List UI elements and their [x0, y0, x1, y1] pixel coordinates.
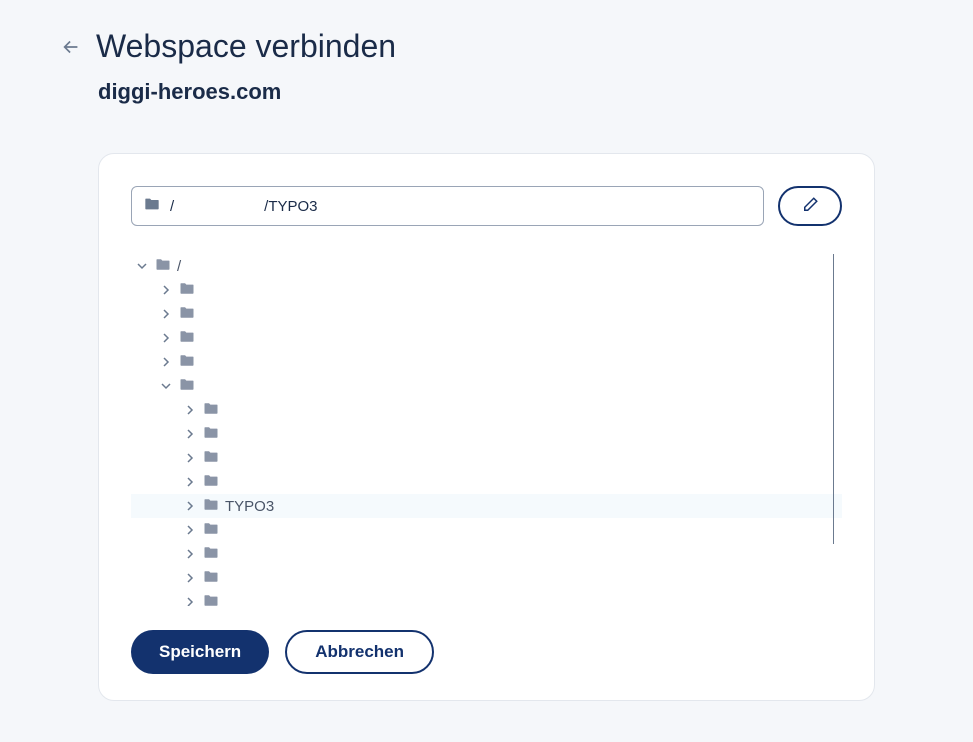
- chevron-right-icon[interactable]: [159, 307, 173, 321]
- folder-icon: [203, 498, 219, 515]
- chevron-down-icon[interactable]: [135, 259, 149, 273]
- pencil-icon: [801, 196, 819, 217]
- folder-icon: [179, 378, 195, 395]
- chevron-right-icon[interactable]: [183, 451, 197, 465]
- chevron-right-icon[interactable]: [183, 499, 197, 513]
- chevron-right-icon[interactable]: [183, 571, 197, 585]
- folder-tree: / TYPO3: [131, 254, 842, 606]
- chevron-right-icon[interactable]: [183, 427, 197, 441]
- chevron-right-icon[interactable]: [183, 523, 197, 537]
- tree-item-label: TYPO3: [225, 498, 274, 515]
- tree-item[interactable]: [131, 374, 842, 398]
- folder-icon: [203, 426, 219, 443]
- path-segment: /TYPO3: [264, 198, 317, 215]
- tree-item[interactable]: [131, 326, 842, 350]
- tree-item[interactable]: [131, 518, 842, 542]
- save-button[interactable]: Speichern: [131, 630, 269, 674]
- folder-icon: [203, 474, 219, 491]
- folder-icon: [203, 594, 219, 607]
- path-prefix: /: [170, 198, 174, 215]
- tree-item[interactable]: [131, 350, 842, 374]
- folder-icon: [203, 450, 219, 467]
- page-title: Webspace verbinden: [96, 28, 396, 65]
- folder-icon: [179, 354, 195, 371]
- chevron-right-icon[interactable]: [183, 475, 197, 489]
- chevron-right-icon[interactable]: [183, 403, 197, 417]
- tree-item[interactable]: [131, 278, 842, 302]
- folder-icon: [203, 546, 219, 563]
- tree-item[interactable]: [131, 590, 842, 606]
- folder-icon: [179, 282, 195, 299]
- back-arrow-icon[interactable]: [60, 36, 82, 58]
- tree-item[interactable]: TYPO3: [131, 494, 842, 518]
- tree-item[interactable]: [131, 566, 842, 590]
- chevron-right-icon[interactable]: [183, 547, 197, 561]
- folder-icon: [203, 402, 219, 419]
- folder-icon: [155, 258, 171, 275]
- folder-icon: [144, 197, 160, 216]
- tree-item[interactable]: [131, 542, 842, 566]
- edit-path-button[interactable]: [778, 186, 842, 226]
- tree-item[interactable]: [131, 446, 842, 470]
- tree-item[interactable]: [131, 422, 842, 446]
- scrollbar[interactable]: [833, 254, 834, 544]
- page-subtitle: diggi-heroes.com: [98, 79, 913, 105]
- folder-icon: [179, 306, 195, 323]
- webspace-card: / /TYPO3 / TYPO3 Speichern Abbrechen: [98, 153, 875, 701]
- tree-item-label: /: [177, 258, 181, 275]
- tree-item[interactable]: /: [131, 254, 842, 278]
- tree-item[interactable]: [131, 470, 842, 494]
- cancel-button[interactable]: Abbrechen: [285, 630, 434, 674]
- folder-icon: [179, 330, 195, 347]
- folder-icon: [203, 522, 219, 539]
- path-input[interactable]: / /TYPO3: [131, 186, 764, 226]
- tree-item[interactable]: [131, 398, 842, 422]
- tree-item[interactable]: [131, 302, 842, 326]
- chevron-down-icon[interactable]: [159, 379, 173, 393]
- folder-icon: [203, 570, 219, 587]
- chevron-right-icon[interactable]: [183, 595, 197, 606]
- chevron-right-icon[interactable]: [159, 331, 173, 345]
- chevron-right-icon[interactable]: [159, 283, 173, 297]
- chevron-right-icon[interactable]: [159, 355, 173, 369]
